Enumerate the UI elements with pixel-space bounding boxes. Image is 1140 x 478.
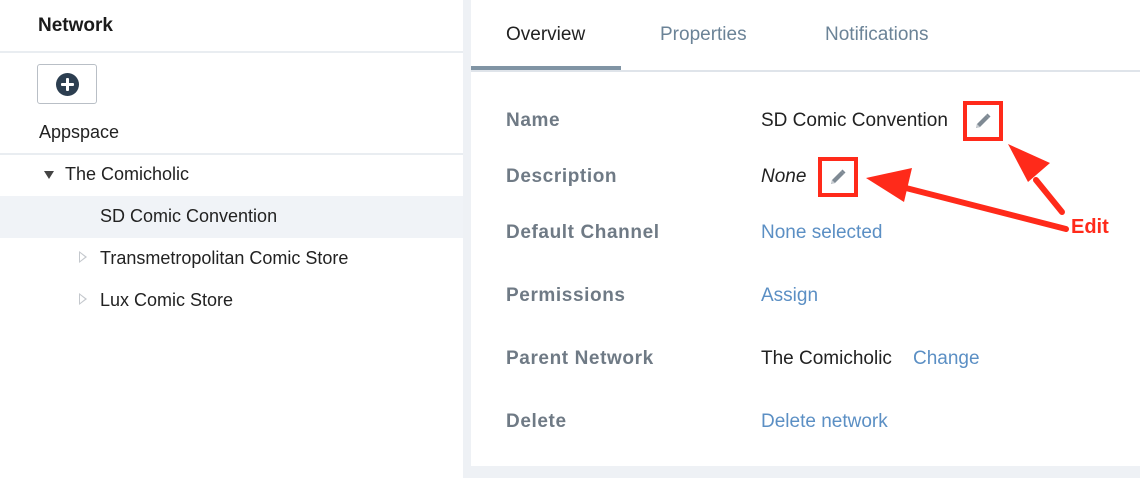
tree-item-transmetropolitan-comic-store[interactable]: Transmetropolitan Comic Store [0, 238, 463, 280]
pencil-icon [831, 169, 846, 184]
edit-annotation-label: Edit [1071, 216, 1109, 238]
parent-network-label: Parent Network [506, 348, 654, 369]
network-sidebar: Network Appspace The Comicholic SD Comic… [0, 0, 471, 478]
name-label: Name [506, 110, 561, 131]
tree-item-label: Transmetropolitan Comic Store [100, 248, 349, 268]
default-channel-label: Default Channel [506, 222, 660, 243]
tree-item-the-comicholic[interactable]: The Comicholic [0, 154, 463, 196]
tab-bar: Overview Properties Notifications [471, 0, 1140, 72]
tree-item-lux-comic-store[interactable]: Lux Comic Store [0, 280, 463, 322]
active-tab-indicator [471, 66, 621, 70]
change-parent-link[interactable]: Change [913, 348, 980, 370]
plus-circle-icon [56, 73, 79, 96]
default-channel-link[interactable]: None selected [761, 222, 882, 244]
permissions-label: Permissions [506, 285, 626, 306]
edit-description-button[interactable] [818, 157, 858, 197]
sidebar-header: Network [0, 0, 463, 53]
tree-item-label: Lux Comic Store [100, 290, 234, 310]
appspace-label: Appspace [39, 122, 120, 142]
tab-overview[interactable]: Overview [506, 24, 585, 46]
description-value: None [761, 166, 807, 187]
delete-network-link[interactable]: Delete network [761, 411, 888, 433]
collapsed-triangle-icon[interactable] [79, 251, 87, 263]
tab-properties[interactable]: Properties [660, 24, 747, 46]
tree-item-label: SD Comic Convention [100, 206, 278, 226]
network-details-panel: Overview Properties Notifications Name S… [471, 0, 1140, 478]
description-label: Description [506, 166, 618, 187]
panel-bottom-border [471, 466, 1140, 478]
add-network-button[interactable] [37, 64, 97, 104]
name-value: SD Comic Convention [761, 110, 948, 131]
tree-item-sd-comic-convention[interactable]: SD Comic Convention [0, 196, 463, 238]
delete-label: Delete [506, 411, 567, 432]
pencil-icon [976, 113, 991, 128]
tree-item-label: The Comicholic [65, 164, 190, 184]
parent-network-value: The Comicholic [761, 348, 892, 369]
expanded-triangle-icon[interactable] [44, 171, 54, 179]
sidebar-title: Network [38, 15, 113, 36]
collapsed-triangle-icon[interactable] [79, 293, 87, 305]
tab-notifications[interactable]: Notifications [825, 24, 929, 46]
edit-name-button[interactable] [963, 101, 1003, 141]
assign-permissions-link[interactable]: Assign [761, 285, 818, 307]
